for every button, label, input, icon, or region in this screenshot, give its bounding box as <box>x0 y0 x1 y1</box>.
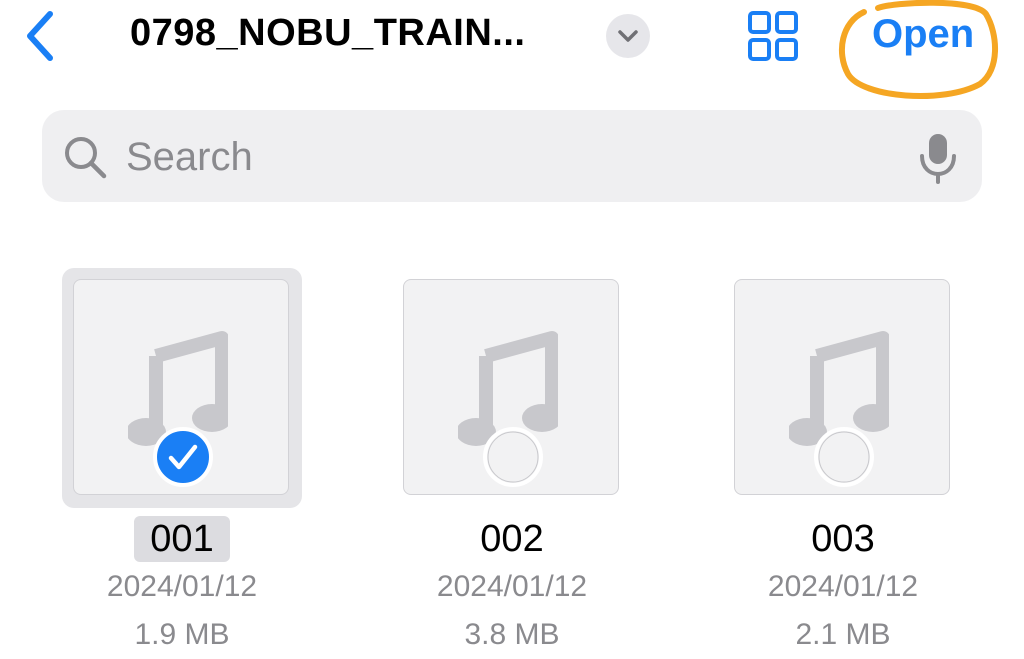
file-thumbnail <box>734 279 950 495</box>
file-name-label: 001 <box>134 516 230 562</box>
search-input[interactable] <box>124 132 888 182</box>
back-button[interactable] <box>20 8 60 64</box>
empty-circle-icon[interactable] <box>813 426 875 488</box>
search-bar <box>42 110 982 202</box>
file-name: 002 <box>392 516 632 562</box>
view-toggle-button[interactable] <box>744 8 802 64</box>
file-thumbnail-selection <box>62 268 302 508</box>
file-size: 2.1 MB <box>795 618 891 651</box>
empty-circle-icon[interactable] <box>482 426 544 488</box>
checkmark-circle-icon[interactable] <box>152 426 214 488</box>
file-thumbnail <box>73 279 289 495</box>
file-date: 2024/01/12 <box>106 570 258 603</box>
file-name-label: 002 <box>480 518 544 560</box>
microphone-icon[interactable] <box>914 132 962 184</box>
file-thumbnail <box>403 279 619 495</box>
search-icon <box>65 137 107 179</box>
file-name-label: 003 <box>811 518 875 560</box>
file-date: 2024/01/12 <box>436 570 588 603</box>
file-size: 3.8 MB <box>464 618 560 651</box>
file-item-002[interactable]: 002 2024/01/12 3.8 MB <box>392 268 632 659</box>
chevron-left-icon <box>27 11 53 61</box>
file-item-003[interactable]: 003 2024/01/12 2.1 MB <box>723 268 963 659</box>
folder-title: 0798_NOBU_TRAIN... <box>130 12 526 54</box>
file-date: 2024/01/12 <box>767 570 919 603</box>
open-button[interactable]: Open <box>872 12 974 57</box>
chevron-down-icon <box>618 30 638 42</box>
file-size: 1.9 MB <box>134 618 230 651</box>
grid-icon <box>748 11 798 61</box>
files-browser-screen: 0798_NOBU_TRAIN... Open Search 001 2024/… <box>0 0 1024 659</box>
title-menu-button[interactable] <box>606 14 650 58</box>
file-thumbnail-selection <box>392 268 632 508</box>
file-name: 003 <box>723 516 963 562</box>
file-thumbnail-selection <box>723 268 963 508</box>
file-item-001[interactable]: 001 2024/01/12 1.9 MB <box>62 268 302 659</box>
file-name: 001 <box>62 516 302 562</box>
